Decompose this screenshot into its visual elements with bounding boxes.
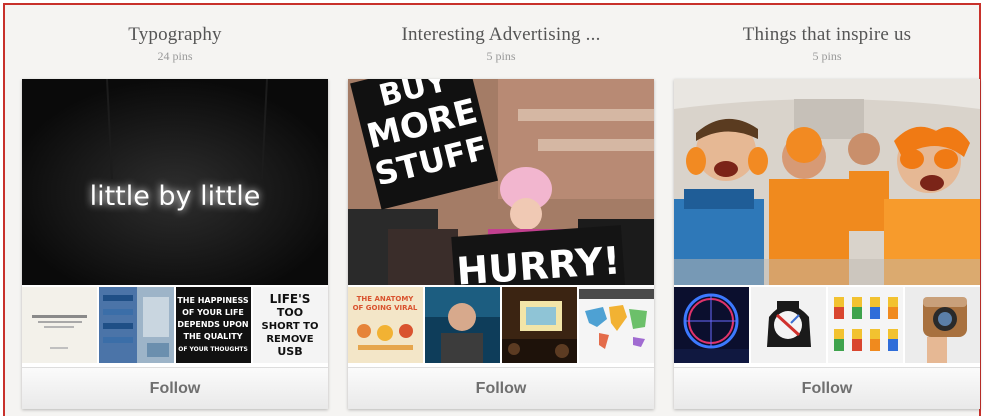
- infographic-text: THE ANATOMY: [357, 295, 415, 303]
- instagram-camera-icon[interactable]: [905, 287, 980, 363]
- follow-button[interactable]: Follow: [348, 367, 654, 409]
- usb-poster-line: REMOVE: [266, 334, 313, 345]
- usb-poster-icon[interactable]: LIFE'S TOO SHORT TO REMOVE USB: [253, 287, 328, 363]
- board-title[interactable]: Interesting Advertising ...: [348, 24, 654, 46]
- board-card[interactable]: little by little THE HAPPINESS OF YOUR L…: [22, 79, 328, 409]
- board-pin-count: 24 pins: [157, 49, 193, 63]
- boards-panel: Typography 24 pins little by little THE …: [3, 3, 981, 416]
- board-pin-count: 5 pins: [486, 49, 516, 63]
- quote-line: OF YOUR THOUGHTS: [178, 346, 248, 353]
- board-title[interactable]: Typography: [22, 24, 328, 46]
- board-pin-count: 5 pins: [812, 49, 842, 63]
- board-thumbnails: THE HAPPINESS OF YOUR LIFE DEPENDS UPON …: [22, 287, 328, 363]
- lego-figures-icon[interactable]: [828, 287, 903, 363]
- presentation-room-icon[interactable]: [502, 287, 577, 363]
- board-cover-image[interactable]: [674, 79, 980, 285]
- queen-portrait-icon[interactable]: [751, 287, 826, 363]
- board-things-that-inspire-us: Things that inspire us 5 pins Follow: [674, 5, 980, 415]
- usb-poster-line: SHORT TO: [262, 321, 319, 332]
- blue-pattern-icon[interactable]: [99, 287, 174, 363]
- board-interesting-advertising: Interesting Advertising ... 5 pins BUY M…: [348, 5, 654, 415]
- board-card[interactable]: BUY MORE STUFF HURRY! THE ANATOMY OF GOI…: [348, 79, 654, 409]
- infographic-icon[interactable]: THE ANATOMY OF GOING VIRAL: [348, 287, 423, 363]
- board-thumbnails: THE ANATOMY OF GOING VIRAL: [348, 287, 654, 363]
- board-thumbnails: [674, 287, 980, 363]
- quote-line: THE HAPPINESS: [177, 296, 249, 305]
- follow-button[interactable]: Follow: [674, 367, 980, 409]
- world-map-icon[interactable]: [579, 287, 654, 363]
- typography-sample-icon[interactable]: [22, 287, 97, 363]
- usb-poster-line: TOO: [277, 306, 303, 319]
- board-card[interactable]: Follow: [674, 79, 980, 409]
- quote-line: THE QUALITY: [184, 332, 243, 341]
- board-title[interactable]: Things that inspire us: [674, 24, 980, 46]
- quote-poster-icon[interactable]: THE HAPPINESS OF YOUR LIFE DEPENDS UPON …: [176, 287, 251, 363]
- board-cover-image[interactable]: BUY MORE STUFF HURRY!: [348, 79, 654, 285]
- quote-line: OF YOUR LIFE: [182, 308, 244, 317]
- follow-button[interactable]: Follow: [22, 367, 328, 409]
- quote-line: DEPENDS UPON: [177, 320, 248, 329]
- board-cover-image[interactable]: little by little: [22, 79, 328, 285]
- speaker-portrait-icon[interactable]: [425, 287, 500, 363]
- board-typography: Typography 24 pins little by little THE …: [22, 5, 328, 415]
- usb-poster-line: USB: [277, 345, 302, 358]
- infographic-text: OF GOING VIRAL: [353, 304, 418, 312]
- london-eye-icon[interactable]: [674, 287, 749, 363]
- neon-sign-text: little by little: [90, 181, 261, 212]
- usb-poster-line: LIFE'S: [270, 292, 311, 306]
